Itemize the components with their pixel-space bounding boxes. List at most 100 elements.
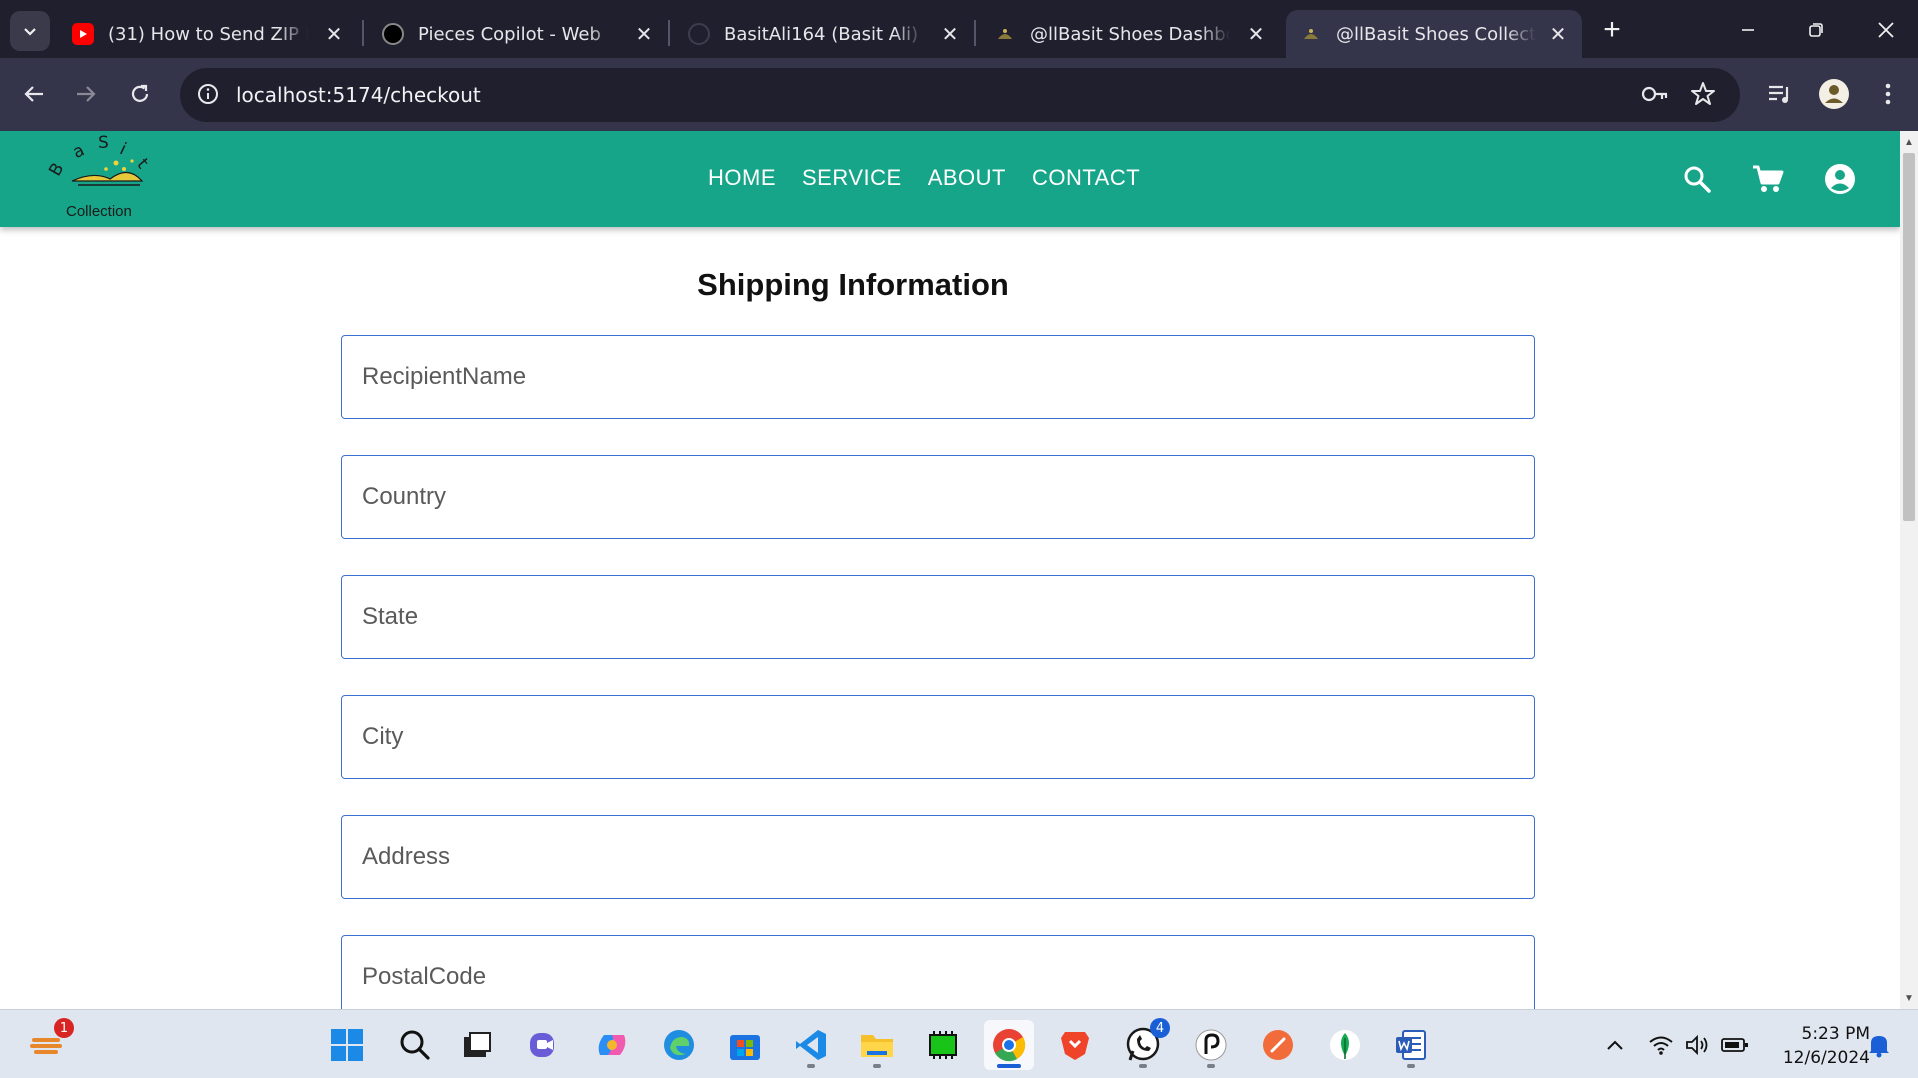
browser-menu-button[interactable] — [1866, 72, 1910, 116]
edge-button[interactable] — [654, 1020, 704, 1070]
minimize-icon — [1742, 29, 1754, 31]
volume-status[interactable] — [1682, 1030, 1712, 1060]
address-bar[interactable]: localhost:5174/checkout — [180, 68, 1740, 122]
windows-taskbar: 1 4 5:23 PM 12/6/2024 — [0, 1009, 1918, 1078]
site-search-button[interactable] — [1675, 157, 1719, 201]
widgets-button[interactable]: 1 — [22, 1018, 74, 1070]
tab-pieces[interactable]: Pieces Copilot - Web ✕ — [368, 10, 668, 58]
pieces-button[interactable] — [1186, 1020, 1236, 1070]
recipient-name-field[interactable] — [341, 335, 1535, 419]
state-input[interactable] — [342, 576, 1534, 658]
logo-subtitle: Collection — [66, 203, 132, 220]
close-window-button[interactable] — [1858, 10, 1914, 50]
close-icon — [1878, 22, 1894, 38]
folder-icon — [861, 1035, 893, 1057]
system-clock[interactable]: 5:23 PM 12/6/2024 — [1760, 1022, 1870, 1070]
tab-dashboard[interactable]: @llBasit Shoes Dashboard ✕ — [980, 10, 1280, 58]
start-button[interactable] — [322, 1020, 372, 1070]
bookmark-star-icon[interactable] — [1690, 81, 1716, 112]
postal-code-field[interactable] — [341, 935, 1535, 1009]
page-scrollbar[interactable]: ▲ ▼ — [1900, 131, 1918, 1009]
scroll-up-arrow-icon[interactable]: ▲ — [1900, 133, 1918, 151]
postman-button[interactable] — [1253, 1020, 1303, 1070]
logo-letter: t — [133, 155, 153, 173]
media-controls-button[interactable] — [1758, 72, 1802, 116]
vscode-button[interactable] — [786, 1020, 836, 1070]
word-button[interactable] — [1386, 1020, 1436, 1070]
close-icon[interactable]: ✕ — [322, 22, 346, 46]
show-hidden-icons-button[interactable] — [1600, 1030, 1630, 1060]
close-icon[interactable]: ✕ — [938, 22, 962, 46]
tab-youtube[interactable]: (31) How to Send ZIP Files ✕ — [58, 10, 358, 58]
chrome-icon — [993, 1029, 1026, 1062]
teams-chat-button[interactable] — [520, 1020, 570, 1070]
store-icon — [730, 1035, 760, 1060]
nav-link-service[interactable]: SERVICE — [802, 165, 902, 191]
url-text: localhost:5174/checkout — [236, 83, 481, 107]
logo-letter: S — [98, 135, 109, 153]
running-indicator — [1407, 1064, 1415, 1068]
microsoft-store-button[interactable] — [720, 1020, 770, 1070]
notification-badge: 4 — [1150, 1018, 1170, 1038]
address-field[interactable] — [341, 815, 1535, 899]
postman-icon — [1263, 1030, 1293, 1060]
wifi-status[interactable] — [1646, 1030, 1676, 1060]
state-field[interactable] — [341, 575, 1535, 659]
nav-link-contact[interactable]: CONTACT — [1032, 165, 1140, 191]
wifi-icon — [1649, 1036, 1673, 1055]
cart-button[interactable] — [1746, 157, 1790, 201]
tab-title: BasitAli164 (Basit Ali) — [724, 23, 919, 45]
copilot-icon — [598, 1035, 626, 1055]
back-button[interactable] — [12, 72, 56, 116]
tab-search-button[interactable] — [10, 11, 50, 51]
close-icon[interactable]: ✕ — [632, 22, 656, 46]
notification-center-button[interactable] — [1864, 1030, 1894, 1060]
scroll-down-arrow-icon[interactable]: ▼ — [1900, 989, 1918, 1007]
clock-date: 12/6/2024 — [1782, 1048, 1870, 1068]
close-icon[interactable]: ✕ — [1546, 22, 1570, 46]
site-logo[interactable]: B a S i t Collection — [44, 133, 174, 225]
tab-title: (31) How to Send ZIP Files — [108, 23, 308, 45]
recipient-name-input[interactable] — [342, 336, 1534, 418]
country-input[interactable] — [342, 456, 1534, 538]
chrome-button[interactable] — [984, 1020, 1034, 1070]
tab-github[interactable]: BasitAli164 (Basit Ali) ✕ — [674, 10, 974, 58]
close-icon[interactable]: ✕ — [1244, 22, 1268, 46]
postal-code-input[interactable] — [342, 936, 1534, 1009]
restore-button[interactable] — [1788, 10, 1844, 50]
taskbar-search-button[interactable] — [390, 1020, 440, 1070]
mongodb-button[interactable] — [1320, 1020, 1370, 1070]
reload-icon — [131, 84, 149, 102]
password-key-icon[interactable] — [1640, 82, 1670, 111]
task-view-button[interactable] — [452, 1020, 502, 1070]
city-input[interactable] — [342, 696, 1534, 778]
avatar — [1819, 79, 1849, 109]
city-field[interactable] — [341, 695, 1535, 779]
account-button[interactable] — [1818, 157, 1862, 201]
address-input[interactable] — [342, 816, 1534, 898]
chevron-down-icon — [24, 28, 36, 36]
notification-badge: 1 — [54, 1018, 74, 1038]
brave-button[interactable] — [1050, 1020, 1100, 1070]
running-indicator — [807, 1064, 815, 1068]
nav-link-about[interactable]: ABOUT — [928, 165, 1006, 191]
nav-link-home[interactable]: HOME — [708, 165, 776, 191]
basit-logo-icon: B a S i t — [45, 133, 153, 186]
battery-status[interactable] — [1720, 1030, 1750, 1060]
basit-logo-icon — [1300, 23, 1322, 45]
new-tab-button[interactable]: + — [1584, 10, 1640, 50]
copilot-button[interactable] — [587, 1020, 637, 1070]
reload-button[interactable] — [118, 72, 162, 116]
video-chat-icon — [530, 1033, 554, 1057]
scrollbar-thumb[interactable] — [1903, 153, 1915, 521]
file-explorer-button[interactable] — [852, 1020, 902, 1070]
chip-app-button[interactable] — [918, 1020, 968, 1070]
country-field[interactable] — [341, 455, 1535, 539]
whatsapp-button[interactable]: 4 — [1118, 1018, 1170, 1070]
site-info-icon[interactable] — [196, 82, 220, 111]
profile-avatar-button[interactable] — [1812, 72, 1856, 116]
tab-collection[interactable]: @llBasit Shoes Collection ✕ — [1286, 10, 1582, 58]
minimize-button[interactable] — [1720, 10, 1776, 50]
forward-button[interactable] — [64, 72, 108, 116]
page-viewport: B a S i t Collection HOME SERVICE ABOUT … — [0, 131, 1900, 1009]
